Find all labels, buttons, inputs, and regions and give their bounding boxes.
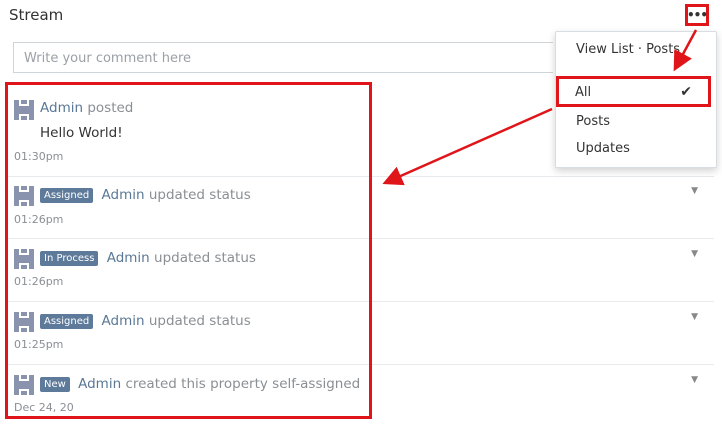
arrow-to-stream bbox=[382, 107, 553, 186]
annotation-arrows bbox=[382, 29, 698, 186]
arrow-to-all bbox=[673, 29, 698, 72]
